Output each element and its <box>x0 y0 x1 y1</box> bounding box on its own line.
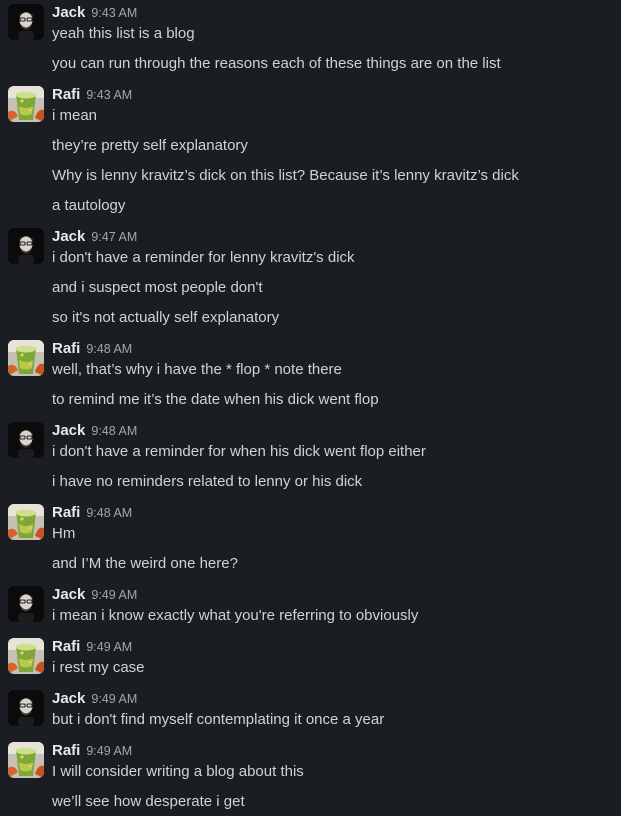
timestamp[interactable]: 9:48 AM <box>86 342 132 356</box>
author-name[interactable]: Jack <box>52 422 85 439</box>
message-header: Rafi 9:48 AM <box>52 340 132 358</box>
rafi-avatar[interactable] <box>8 504 44 540</box>
message-header: Jack 9:48 AM <box>52 422 137 440</box>
message-text: so it's not actually self explanatory <box>52 309 280 326</box>
rafi-avatar[interactable] <box>8 638 44 674</box>
message-text: and i suspect most people don't <box>52 279 263 296</box>
timestamp[interactable]: 9:43 AM <box>86 88 132 102</box>
message-text: but i don't find myself contemplating it… <box>52 711 385 728</box>
rafi-avatar[interactable] <box>8 340 44 376</box>
message-text: Why is lenny kravitz’s dick on this list… <box>52 167 519 184</box>
message-text: yeah this list is a blog <box>52 25 195 42</box>
author-name[interactable]: Jack <box>52 4 85 21</box>
timestamp[interactable]: 9:43 AM <box>91 6 137 20</box>
author-name[interactable]: Rafi <box>52 86 80 103</box>
message-text: you can run through the reasons each of … <box>52 55 501 72</box>
message-text: a tautology <box>52 197 126 214</box>
message-header: Rafi 9:48 AM <box>52 504 132 522</box>
message-text: i mean i know exactly what you're referr… <box>52 607 419 624</box>
author-name[interactable]: Jack <box>52 586 85 603</box>
author-name[interactable]: Jack <box>52 228 85 245</box>
timestamp[interactable]: 9:49 AM <box>86 744 132 758</box>
message-text: i mean <box>52 107 98 124</box>
timestamp[interactable]: 9:49 AM <box>86 640 132 654</box>
message-text: we’ll see how desperate i get <box>52 793 245 810</box>
message-text: Hm <box>52 525 76 542</box>
message-text: i don't have a reminder for lenny kravit… <box>52 249 355 266</box>
message-header: Jack 9:43 AM <box>52 4 137 22</box>
jack-avatar[interactable] <box>8 690 44 726</box>
message-text: well, that’s why i have the * flop * not… <box>52 361 342 378</box>
message-text: to remind me it’s the date when his dick… <box>52 391 379 408</box>
rafi-avatar[interactable] <box>8 86 44 122</box>
message-text: i don't have a reminder for when his dic… <box>52 443 426 460</box>
message-text: i have no reminders related to lenny or … <box>52 473 363 490</box>
timestamp[interactable]: 9:47 AM <box>91 230 137 244</box>
message-header: Rafi 9:49 AM <box>52 638 132 656</box>
message-text: i rest my case <box>52 659 145 676</box>
timestamp[interactable]: 9:49 AM <box>91 692 137 706</box>
author-name[interactable]: Rafi <box>52 638 80 655</box>
message-list: Jack 9:43 AM yeah this list is a blog you… <box>0 0 621 816</box>
timestamp[interactable]: 9:48 AM <box>91 424 137 438</box>
message-header: Jack 9:49 AM <box>52 690 137 708</box>
message-header: Rafi 9:49 AM <box>52 742 132 760</box>
message-text: they’re pretty self explanatory <box>52 137 248 154</box>
timestamp[interactable]: 9:48 AM <box>86 506 132 520</box>
jack-avatar[interactable] <box>8 228 44 264</box>
author-name[interactable]: Rafi <box>52 340 80 357</box>
author-name[interactable]: Rafi <box>52 742 80 759</box>
jack-avatar[interactable] <box>8 4 44 40</box>
author-name[interactable]: Rafi <box>52 504 80 521</box>
timestamp[interactable]: 9:49 AM <box>91 588 137 602</box>
message-header: Rafi 9:43 AM <box>52 86 132 104</box>
message-header: Jack 9:47 AM <box>52 228 137 246</box>
jack-avatar[interactable] <box>8 422 44 458</box>
rafi-avatar[interactable] <box>8 742 44 778</box>
message-text: I will consider writing a blog about thi… <box>52 763 304 780</box>
author-name[interactable]: Jack <box>52 690 85 707</box>
jack-avatar[interactable] <box>8 586 44 622</box>
message-text: and I’M the weird one here? <box>52 555 238 572</box>
message-header: Jack 9:49 AM <box>52 586 137 604</box>
